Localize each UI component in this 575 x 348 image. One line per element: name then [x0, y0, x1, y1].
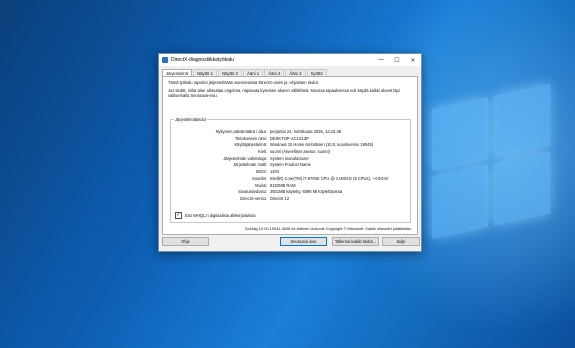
info-row: Järjestelmän malli: System Product Name	[171, 162, 410, 169]
info-value: 8192MB RAM	[270, 182, 296, 188]
save-all-info-button[interactable]: Tallenna kaikki tiedot...	[332, 237, 379, 246]
system-info-rows: Nykyinen päivämäärä / aika: perjantai 24.…	[171, 129, 410, 203]
group-legend: Järjestelmätiedot	[174, 117, 207, 122]
info-label: Tietokoneen nimi:	[234, 135, 267, 141]
info-value: System Product Name	[270, 162, 311, 168]
close-button[interactable]: ✕	[405, 57, 421, 64]
logo-pane	[494, 83, 550, 158]
minimize-button[interactable]: —	[373, 57, 389, 63]
intro-line-2: Jos tiedät, mikä alue aiheuttaa ongelma,…	[168, 88, 400, 98]
info-row: Järjestelmän valmistaja: System manufactu…	[171, 156, 410, 163]
dxdiag-app-icon	[162, 57, 168, 63]
info-value: DESKTOP-AC1S13P	[270, 135, 309, 141]
info-label: DirectX-versio:	[240, 195, 267, 201]
info-value: 3931MB käytetty, 6098 Mt käytettävissä	[270, 189, 343, 195]
title-bar[interactable]: DirectX-diagnostiikkatyökalu — ☐ ✕	[159, 54, 421, 66]
info-label: Sivutustiedosto:	[238, 189, 267, 195]
info-value: 1204	[270, 169, 280, 175]
button-bar: Ohje Seuraava sivu Tallenna kaikki tiedo…	[162, 237, 420, 246]
windows-logo-wallpaper	[432, 83, 552, 239]
info-row: Nykyinen päivämäärä / aika: perjantai 24.…	[171, 129, 410, 136]
info-value: Windows 10 Home 64-bittinen (10.0, koont…	[270, 142, 374, 148]
logo-pane	[432, 96, 488, 171]
info-row: Sivutustiedosto: 3931MB käytetty, 6098 Mt…	[171, 189, 410, 196]
dxdiag-window: DirectX-diagnostiikkatyökalu — ☐ ✕ Järje…	[158, 53, 422, 252]
info-value: perjantai 24. huhtikuuta 2026, 13.15.39	[270, 129, 342, 134]
info-value: Intel(R) Core(TM) i7-6700K CPU @ 4.00GHz…	[270, 175, 389, 181]
info-row: Kieli: suomi (Alueelliset asetus: suomi)	[171, 149, 410, 156]
info-label: Käyttöjärjestelmä:	[234, 142, 267, 148]
logo-pane	[494, 151, 550, 226]
whql-checkbox-label: Etsi WHQL:n digitaalisia allekirjoituksi…	[185, 213, 256, 218]
info-row: Suoritin: Intel(R) Core(TM) i7-6700K CPU …	[171, 176, 410, 183]
info-label: Nykyinen päivämäärä / aika:	[215, 129, 267, 134]
exit-button[interactable]: Sulje	[382, 237, 420, 246]
info-label: Järjestelmän malli:	[233, 162, 267, 168]
info-row: Käyttöjärjestelmä: Windows 10 Home 64-bit…	[171, 142, 410, 149]
system-info-group: Järjestelmätiedot Nykyinen päivämäärä / …	[170, 117, 411, 223]
help-button[interactable]: Ohje	[162, 237, 209, 246]
info-label: Muisti:	[255, 182, 267, 188]
maximize-button[interactable]: ☐	[389, 57, 405, 64]
logo-pane	[432, 164, 488, 239]
info-row: Muisti: 8192MB RAM	[171, 183, 410, 190]
next-page-button[interactable]: Seuraava sivu	[280, 237, 327, 246]
info-label: Järjestelmän valmistaja:	[223, 155, 267, 161]
window-title: DirectX-diagnostiikkatyökalu	[171, 57, 234, 63]
info-label: Kieli:	[258, 149, 267, 155]
intro-text: Tämä työkalu raportoi järjestelmään asen…	[168, 80, 413, 101]
whql-checkbox[interactable]: ✓	[175, 212, 182, 219]
info-row: DirectX-versio: DirectX 12	[171, 196, 410, 203]
info-row: BIOS: 1204	[171, 169, 410, 176]
system-tab-panel: Tämä työkalu raportoi järjestelmään asen…	[162, 76, 418, 235]
whql-checkbox-row[interactable]: ✓ Etsi WHQL:n digitaalisia allekirjoituk…	[175, 212, 256, 219]
copyright-footer: DxDiag 10.00.19041.3636 64-bittinen Unic…	[244, 226, 412, 231]
info-label: BIOS:	[256, 169, 267, 175]
intro-line-1: Tämä työkalu raportoi järjestelmään asen…	[168, 80, 319, 85]
info-value: System manufacturer	[270, 155, 309, 161]
info-label: Suoritin:	[251, 175, 267, 181]
info-value: DirectX 12	[270, 195, 290, 201]
info-value: suomi (Alueelliset asetus: suomi)	[270, 149, 330, 155]
info-row: Tietokoneen nimi: DESKTOP-AC1S13P	[171, 136, 410, 143]
